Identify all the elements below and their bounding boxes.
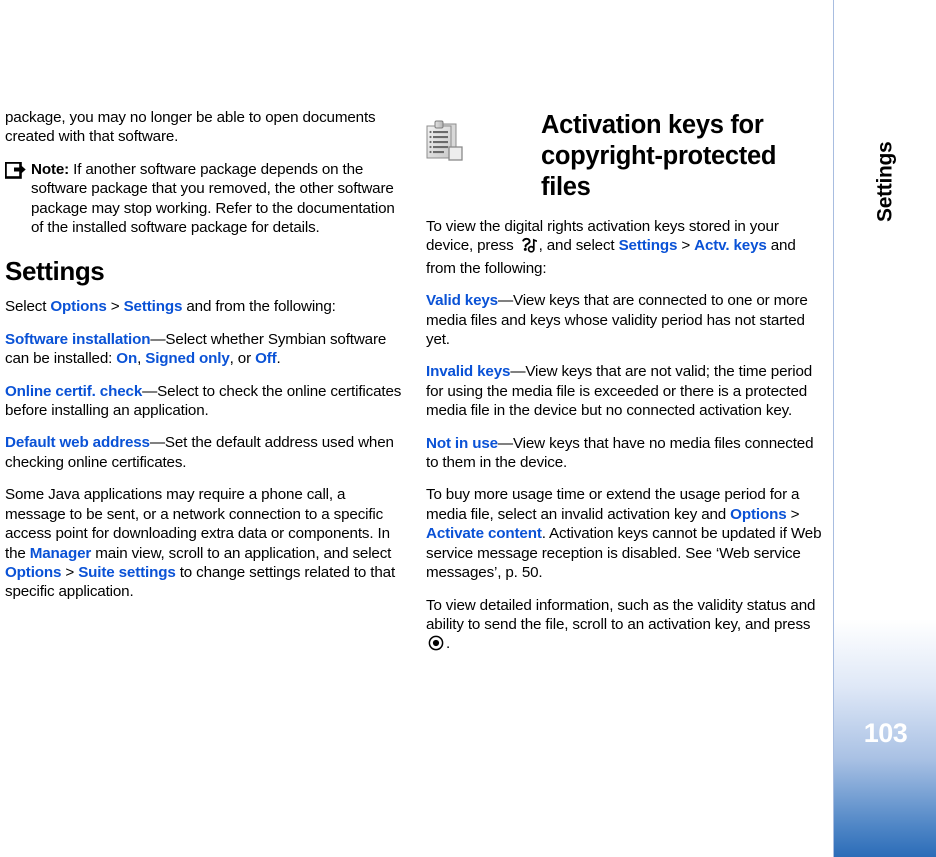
- invalid-keys-paragraph: Invalid keys—View keys that are not vali…: [426, 362, 823, 420]
- detailed-info-part-2: .: [446, 635, 451, 653]
- select-intro-sep: >: [106, 298, 124, 316]
- note-block: Note: If another software package depend…: [4, 160, 402, 238]
- select-intro-paragraph: Select Options > Settings and from the f…: [5, 297, 402, 316]
- link-manager[interactable]: Manager: [30, 545, 92, 562]
- continued-paragraph: package, you may no longer be able to op…: [5, 109, 376, 146]
- detailed-info-paragraph: To view detailed information, such as th…: [426, 596, 823, 657]
- term-software-installation[interactable]: Software installation: [5, 331, 151, 348]
- software-installation-sep-1: ,: [137, 350, 146, 368]
- intro-part-2: , and select: [538, 237, 619, 255]
- select-intro-post: and from the following:: [182, 298, 336, 316]
- term-online-certif-check[interactable]: Online certif. check: [5, 383, 142, 400]
- link-actv-keys[interactable]: Actv. keys: [694, 237, 767, 254]
- menu-key-icon: [520, 237, 537, 258]
- manual-page: package, you may no longer be able to op…: [0, 0, 936, 857]
- java-applications-paragraph: Some Java applications may require a pho…: [5, 485, 402, 601]
- buy-usage-paragraph: To buy more usage time or extend the usa…: [426, 485, 823, 582]
- scroll-select-key-icon: [428, 635, 444, 656]
- term-not-in-use[interactable]: Not in use: [426, 435, 498, 452]
- detailed-info-part-1: To view detailed information, such as th…: [426, 596, 816, 633]
- option-on[interactable]: On: [116, 350, 137, 367]
- link-options-3[interactable]: Options: [730, 506, 786, 523]
- chapter-title: Activation keys for copyright-protected f…: [426, 110, 823, 203]
- link-activate-content[interactable]: Activate content: [426, 525, 542, 542]
- term-default-web-address[interactable]: Default web address: [5, 434, 150, 451]
- not-in-use-paragraph: Not in use—View keys that have no media …: [426, 434, 823, 473]
- software-installation-text-2: .: [276, 350, 281, 368]
- online-certif-check-paragraph: Online certif. check—Select to check the…: [5, 382, 402, 421]
- link-options[interactable]: Options: [50, 298, 106, 315]
- page-content: package, you may no longer be able to op…: [0, 0, 833, 857]
- sidebar-chapter-label: Settings: [873, 141, 897, 223]
- term-invalid-keys[interactable]: Invalid keys: [426, 363, 510, 380]
- chapter-heading-block: Activation keys for copyright-protected f…: [426, 110, 823, 203]
- link-settings-2[interactable]: Settings: [619, 237, 678, 254]
- note-arrow-icon: [4, 161, 31, 180]
- chapter-tab-sidebar: Settings 103: [833, 0, 936, 857]
- default-web-address-paragraph: Default web address—Set the default addr…: [5, 433, 402, 472]
- note-body: If another software package depends on t…: [31, 160, 395, 237]
- java-sep: >: [61, 563, 79, 581]
- intro-paragraph: To view the digital rights activation ke…: [426, 217, 823, 278]
- page-number: 103: [863, 718, 908, 748]
- option-off[interactable]: Off: [255, 350, 277, 367]
- software-installation-sep-2: , or: [229, 350, 256, 368]
- intro-sep: >: [677, 237, 695, 255]
- option-signed-only[interactable]: Signed only: [145, 350, 230, 367]
- buy-usage-sep: >: [786, 505, 800, 523]
- chapter-title-line-1: Activation keys for: [541, 111, 764, 139]
- java-part-2: main view, scroll to an application, and…: [91, 544, 392, 562]
- left-column: package, you may no longer be able to op…: [4, 108, 402, 615]
- right-column: Activation keys for copyright-protected f…: [426, 108, 823, 670]
- note-text: Note: If another software package depend…: [31, 160, 402, 238]
- term-valid-keys[interactable]: Valid keys: [426, 292, 498, 309]
- link-settings[interactable]: Settings: [124, 298, 183, 315]
- note-label: Note:: [31, 160, 70, 178]
- select-intro-pre: Select: [5, 298, 51, 316]
- link-suite-settings[interactable]: Suite settings: [78, 564, 176, 581]
- valid-keys-paragraph: Valid keys—View keys that are connected …: [426, 291, 823, 349]
- chapter-title-line-2: copyright-protected files: [541, 142, 777, 201]
- link-options-2[interactable]: Options: [5, 564, 61, 581]
- document-clipboard-icon: [422, 116, 468, 166]
- section-heading-settings: Settings: [5, 256, 105, 287]
- software-installation-paragraph: Software installation—Select whether Sym…: [5, 330, 402, 369]
